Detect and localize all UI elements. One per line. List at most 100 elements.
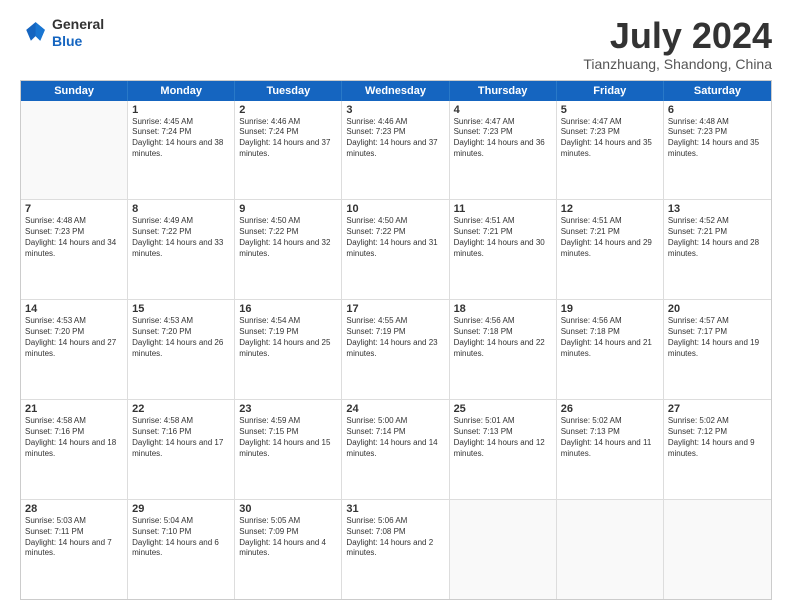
weekday-header: Saturday xyxy=(664,81,771,101)
day-number: 27 xyxy=(668,403,767,415)
day-number: 11 xyxy=(454,203,552,215)
calendar-cell: 7Sunrise: 4:48 AMSunset: 7:23 PMDaylight… xyxy=(21,200,128,299)
calendar-cell xyxy=(21,101,128,200)
day-number: 3 xyxy=(346,104,444,116)
calendar-cell: 5Sunrise: 4:47 AMSunset: 7:23 PMDaylight… xyxy=(557,101,664,200)
header: General Blue July 2024 Tianzhuang, Shand… xyxy=(20,16,772,72)
day-number: 5 xyxy=(561,104,659,116)
calendar-cell: 6Sunrise: 4:48 AMSunset: 7:23 PMDaylight… xyxy=(664,101,771,200)
day-number: 9 xyxy=(239,203,337,215)
calendar-cell: 10Sunrise: 4:50 AMSunset: 7:22 PMDayligh… xyxy=(342,200,449,299)
calendar-cell: 30Sunrise: 5:05 AMSunset: 7:09 PMDayligh… xyxy=(235,500,342,599)
calendar-cell: 31Sunrise: 5:06 AMSunset: 7:08 PMDayligh… xyxy=(342,500,449,599)
cell-info: Sunrise: 4:51 AMSunset: 7:21 PMDaylight:… xyxy=(454,216,552,259)
calendar-cell: 24Sunrise: 5:00 AMSunset: 7:14 PMDayligh… xyxy=(342,400,449,499)
day-number: 1 xyxy=(132,104,230,116)
calendar-row: 1Sunrise: 4:45 AMSunset: 7:24 PMDaylight… xyxy=(21,101,771,201)
cell-info: Sunrise: 5:04 AMSunset: 7:10 PMDaylight:… xyxy=(132,516,230,559)
cell-info: Sunrise: 4:53 AMSunset: 7:20 PMDaylight:… xyxy=(132,316,230,359)
calendar-cell: 19Sunrise: 4:56 AMSunset: 7:18 PMDayligh… xyxy=(557,300,664,399)
cell-info: Sunrise: 4:54 AMSunset: 7:19 PMDaylight:… xyxy=(239,316,337,359)
weekday-header: Wednesday xyxy=(342,81,449,101)
calendar-cell: 18Sunrise: 4:56 AMSunset: 7:18 PMDayligh… xyxy=(450,300,557,399)
day-number: 15 xyxy=(132,303,230,315)
calendar-cell: 22Sunrise: 4:58 AMSunset: 7:16 PMDayligh… xyxy=(128,400,235,499)
calendar-cell xyxy=(664,500,771,599)
weekday-header: Thursday xyxy=(450,81,557,101)
calendar-cell: 4Sunrise: 4:47 AMSunset: 7:23 PMDaylight… xyxy=(450,101,557,200)
cell-info: Sunrise: 4:50 AMSunset: 7:22 PMDaylight:… xyxy=(239,216,337,259)
cell-info: Sunrise: 4:47 AMSunset: 7:23 PMDaylight:… xyxy=(561,117,659,160)
calendar-cell: 1Sunrise: 4:45 AMSunset: 7:24 PMDaylight… xyxy=(128,101,235,200)
day-number: 23 xyxy=(239,403,337,415)
calendar-cell: 23Sunrise: 4:59 AMSunset: 7:15 PMDayligh… xyxy=(235,400,342,499)
calendar-cell xyxy=(557,500,664,599)
day-number: 4 xyxy=(454,104,552,116)
cell-info: Sunrise: 4:50 AMSunset: 7:22 PMDaylight:… xyxy=(346,216,444,259)
logo-text: General Blue xyxy=(52,16,104,50)
cell-info: Sunrise: 4:57 AMSunset: 7:17 PMDaylight:… xyxy=(668,316,767,359)
calendar-cell: 16Sunrise: 4:54 AMSunset: 7:19 PMDayligh… xyxy=(235,300,342,399)
cell-info: Sunrise: 4:56 AMSunset: 7:18 PMDaylight:… xyxy=(454,316,552,359)
day-number: 18 xyxy=(454,303,552,315)
day-number: 24 xyxy=(346,403,444,415)
day-number: 26 xyxy=(561,403,659,415)
cell-info: Sunrise: 5:06 AMSunset: 7:08 PMDaylight:… xyxy=(346,516,444,559)
weekday-header: Monday xyxy=(128,81,235,101)
calendar-row: 7Sunrise: 4:48 AMSunset: 7:23 PMDaylight… xyxy=(21,200,771,300)
cell-info: Sunrise: 5:05 AMSunset: 7:09 PMDaylight:… xyxy=(239,516,337,559)
cell-info: Sunrise: 4:58 AMSunset: 7:16 PMDaylight:… xyxy=(132,416,230,459)
cell-info: Sunrise: 4:56 AMSunset: 7:18 PMDaylight:… xyxy=(561,316,659,359)
day-number: 19 xyxy=(561,303,659,315)
calendar-cell: 9Sunrise: 4:50 AMSunset: 7:22 PMDaylight… xyxy=(235,200,342,299)
cell-info: Sunrise: 5:01 AMSunset: 7:13 PMDaylight:… xyxy=(454,416,552,459)
day-number: 31 xyxy=(346,503,444,515)
weekday-header: Tuesday xyxy=(235,81,342,101)
cell-info: Sunrise: 4:48 AMSunset: 7:23 PMDaylight:… xyxy=(25,216,123,259)
day-number: 10 xyxy=(346,203,444,215)
cell-info: Sunrise: 5:02 AMSunset: 7:13 PMDaylight:… xyxy=(561,416,659,459)
cell-info: Sunrise: 4:46 AMSunset: 7:23 PMDaylight:… xyxy=(346,117,444,160)
day-number: 30 xyxy=(239,503,337,515)
day-number: 21 xyxy=(25,403,123,415)
logo-general: General xyxy=(52,16,104,33)
calendar-cell: 8Sunrise: 4:49 AMSunset: 7:22 PMDaylight… xyxy=(128,200,235,299)
cell-info: Sunrise: 4:47 AMSunset: 7:23 PMDaylight:… xyxy=(454,117,552,160)
day-number: 12 xyxy=(561,203,659,215)
weekday-header: Friday xyxy=(557,81,664,101)
calendar-cell: 26Sunrise: 5:02 AMSunset: 7:13 PMDayligh… xyxy=(557,400,664,499)
cell-info: Sunrise: 4:45 AMSunset: 7:24 PMDaylight:… xyxy=(132,117,230,160)
calendar: SundayMondayTuesdayWednesdayThursdayFrid… xyxy=(20,80,772,600)
day-number: 20 xyxy=(668,303,767,315)
calendar-cell: 11Sunrise: 4:51 AMSunset: 7:21 PMDayligh… xyxy=(450,200,557,299)
day-number: 25 xyxy=(454,403,552,415)
day-number: 2 xyxy=(239,104,337,116)
logo-blue: Blue xyxy=(52,33,104,50)
day-number: 7 xyxy=(25,203,123,215)
cell-info: Sunrise: 4:51 AMSunset: 7:21 PMDaylight:… xyxy=(561,216,659,259)
logo-icon xyxy=(20,19,48,47)
weekday-header: Sunday xyxy=(21,81,128,101)
logo: General Blue xyxy=(20,16,104,50)
cell-info: Sunrise: 4:48 AMSunset: 7:23 PMDaylight:… xyxy=(668,117,767,160)
day-number: 17 xyxy=(346,303,444,315)
day-number: 28 xyxy=(25,503,123,515)
calendar-cell: 21Sunrise: 4:58 AMSunset: 7:16 PMDayligh… xyxy=(21,400,128,499)
calendar-cell: 29Sunrise: 5:04 AMSunset: 7:10 PMDayligh… xyxy=(128,500,235,599)
cell-info: Sunrise: 4:59 AMSunset: 7:15 PMDaylight:… xyxy=(239,416,337,459)
calendar-row: 21Sunrise: 4:58 AMSunset: 7:16 PMDayligh… xyxy=(21,400,771,500)
calendar-header: SundayMondayTuesdayWednesdayThursdayFrid… xyxy=(21,81,771,101)
day-number: 8 xyxy=(132,203,230,215)
calendar-cell: 3Sunrise: 4:46 AMSunset: 7:23 PMDaylight… xyxy=(342,101,449,200)
cell-info: Sunrise: 4:58 AMSunset: 7:16 PMDaylight:… xyxy=(25,416,123,459)
calendar-cell xyxy=(450,500,557,599)
location: Tianzhuang, Shandong, China xyxy=(583,56,772,72)
cell-info: Sunrise: 4:52 AMSunset: 7:21 PMDaylight:… xyxy=(668,216,767,259)
calendar-row: 28Sunrise: 5:03 AMSunset: 7:11 PMDayligh… xyxy=(21,500,771,599)
calendar-cell: 28Sunrise: 5:03 AMSunset: 7:11 PMDayligh… xyxy=(21,500,128,599)
day-number: 14 xyxy=(25,303,123,315)
day-number: 13 xyxy=(668,203,767,215)
calendar-cell: 15Sunrise: 4:53 AMSunset: 7:20 PMDayligh… xyxy=(128,300,235,399)
cell-info: Sunrise: 4:49 AMSunset: 7:22 PMDaylight:… xyxy=(132,216,230,259)
calendar-cell: 17Sunrise: 4:55 AMSunset: 7:19 PMDayligh… xyxy=(342,300,449,399)
